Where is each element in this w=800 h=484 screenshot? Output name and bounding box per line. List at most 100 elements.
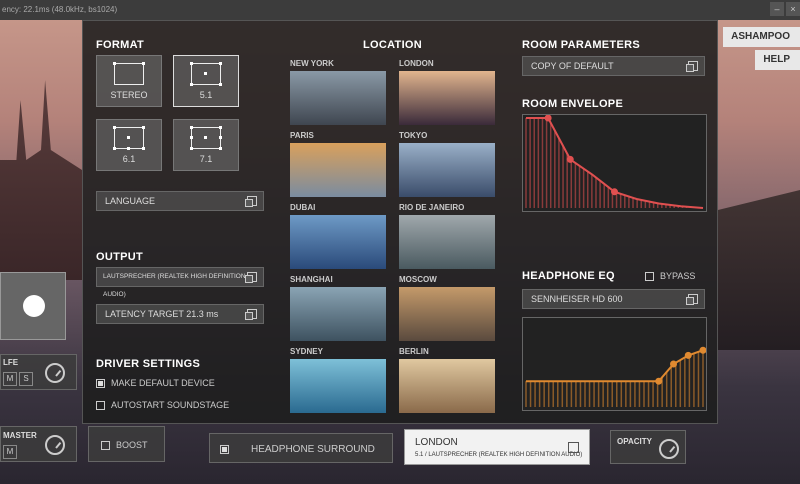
location-label: MOSCOW — [399, 275, 437, 284]
location-thumbnail — [399, 359, 495, 413]
location-thumbnail — [290, 71, 386, 125]
location-label: BERLIN — [399, 347, 429, 356]
headphone-eq-chart[interactable] — [522, 317, 707, 411]
format-tile-label: 5.1 — [199, 90, 213, 100]
location-label: TOKYO — [399, 131, 428, 140]
master-mute-button[interactable]: M — [3, 445, 17, 459]
location-thumbnail — [399, 143, 495, 197]
latency-label: LATENCY TARGET 21.3 ms — [105, 309, 219, 319]
headphone-model-label: SENNHEISER HD 600 — [531, 294, 623, 304]
location-paris[interactable]: PARIS — [290, 131, 386, 197]
format-tile-7-1[interactable]: 7.1 — [173, 119, 239, 171]
make-default-label: MAKE DEFAULT DEVICE — [111, 378, 215, 388]
headphone-surround-checkbox[interactable]: HEADPHONE SURROUND — [220, 444, 375, 455]
master-label: MASTER — [3, 431, 37, 440]
format-tile-label: 6.1 — [122, 154, 136, 164]
location-label: LONDON — [399, 59, 434, 68]
surround-position-pad[interactable] — [0, 272, 66, 340]
location-moscow[interactable]: MOSCOW — [399, 275, 495, 341]
preset-subtitle: 5.1 / LAUTSPRECHER (REALTEK HIGH DEFINIT… — [415, 452, 583, 458]
language-select[interactable]: LANGUAGE — [96, 191, 264, 211]
headphone-surround-label: HEADPHONE SURROUND — [251, 444, 375, 455]
output-device-select[interactable]: LAUTSPRECHER (REALTEK HIGH DEFINITION AU… — [96, 267, 264, 298]
dropdown-icon — [686, 294, 698, 305]
format-tile-5-1[interactable]: 5.1 — [173, 55, 239, 107]
chart-control-point[interactable] — [684, 351, 692, 359]
make-default-checkbox[interactable]: MAKE DEFAULT DEVICE — [96, 378, 215, 389]
format-tile-label: STEREO — [110, 90, 148, 100]
format-tile-6-1[interactable]: 6.1 — [96, 119, 162, 171]
surround-7-1-icon — [190, 126, 222, 150]
location-thumbnail — [290, 215, 386, 269]
location-thumbnail — [399, 215, 495, 269]
lfe-volume-knob[interactable] — [45, 363, 65, 383]
background-cityscape-left — [0, 80, 82, 280]
location-berlin[interactable]: BERLIN — [399, 347, 495, 413]
lfe-label: LFE — [3, 358, 19, 367]
location-sydney[interactable]: SYDNEY — [290, 347, 386, 413]
location-new-york[interactable]: NEW YORK — [290, 59, 386, 125]
dropdown-icon — [245, 309, 257, 320]
boost-label: BOOST — [116, 440, 148, 450]
position-handle[interactable] — [23, 295, 45, 317]
autostart-checkbox[interactable]: AUTOSTART SOUNDSTAGE — [96, 400, 230, 411]
lfe-mute-button[interactable]: M — [3, 372, 17, 386]
room-preset-select[interactable]: COPY OF DEFAULT — [522, 56, 705, 76]
boost-checkbox[interactable]: BOOST — [101, 440, 148, 451]
master-buttons: M — [3, 445, 19, 459]
format-heading: FORMAT — [96, 39, 145, 51]
location-shanghai[interactable]: SHANGHAI — [290, 275, 386, 341]
help-button[interactable]: HELP — [755, 50, 800, 70]
status-text: ency: 22.1ms (48.0kHz, bs1024) — [2, 5, 118, 14]
chart-control-point[interactable] — [544, 115, 552, 122]
window-controls: – × — [770, 2, 800, 16]
chart-control-point[interactable] — [611, 188, 618, 196]
headphone-surround-toggle[interactable]: HEADPHONE SURROUND — [209, 433, 393, 463]
chart-control-point[interactable] — [670, 360, 677, 368]
location-thumbnail — [399, 287, 495, 341]
opacity-control: OPACITY — [610, 430, 686, 464]
bypass-checkbox[interactable]: BYPASS — [645, 271, 696, 282]
location-tokyo[interactable]: TOKYO — [399, 131, 495, 197]
background-bridge-right — [718, 190, 800, 350]
chart-control-point[interactable] — [655, 377, 663, 385]
lfe-solo-button[interactable]: S — [19, 372, 33, 386]
location-thumbnail — [290, 359, 386, 413]
close-button[interactable]: × — [786, 2, 800, 16]
current-preset-box[interactable]: LONDON 5.1 / LAUTSPRECHER (REALTEK HIGH … — [404, 429, 590, 465]
format-tile-stereo[interactable]: STEREO — [96, 55, 162, 107]
chart-control-point[interactable] — [566, 155, 574, 163]
room-envelope-chart[interactable] — [522, 114, 707, 212]
checkbox-box — [96, 401, 105, 411]
headphone-model-select[interactable]: SENNHEISER HD 600 — [522, 289, 705, 309]
boost-toggle[interactable]: BOOST — [88, 426, 165, 462]
output-device-label: LAUTSPRECHER (REALTEK HIGH DEFINITION AU… — [103, 273, 246, 298]
minimize-button[interactable]: – — [770, 2, 784, 16]
copy-icon[interactable] — [568, 442, 579, 453]
checkbox-box — [220, 444, 229, 454]
location-label: RIO DE JANEIRO — [399, 203, 465, 212]
headphone-eq-heading: HEADPHONE EQ — [522, 270, 615, 282]
master-volume-knob[interactable] — [45, 435, 65, 455]
surround-5-1-icon — [190, 62, 222, 86]
location-thumbnail — [290, 287, 386, 341]
ashampoo-button[interactable]: ASHAMPOO — [723, 27, 800, 47]
location-dubai[interactable]: DUBAI — [290, 203, 386, 269]
bypass-label: BYPASS — [660, 271, 696, 281]
dropdown-icon — [245, 272, 257, 283]
checkbox-box — [645, 272, 654, 282]
autostart-label: AUTOSTART SOUNDSTAGE — [111, 400, 230, 410]
location-london[interactable]: LONDON — [399, 59, 495, 125]
opacity-knob[interactable] — [659, 439, 679, 459]
room-preset-label: COPY OF DEFAULT — [531, 61, 614, 71]
checkbox-box — [96, 379, 105, 389]
driver-settings-heading: DRIVER SETTINGS — [96, 358, 201, 370]
opacity-label: OPACITY — [617, 437, 652, 446]
master-control: MASTER M — [0, 426, 77, 462]
chart-control-point[interactable] — [699, 346, 707, 354]
dropdown-icon — [245, 196, 257, 207]
room-parameters-heading: ROOM PARAMETERS — [522, 39, 640, 51]
latency-target-select[interactable]: LATENCY TARGET 21.3 ms — [96, 304, 264, 324]
location-rio-de-janeiro[interactable]: RIO DE JANEIRO — [399, 203, 495, 269]
format-tile-label: 7.1 — [199, 154, 213, 164]
